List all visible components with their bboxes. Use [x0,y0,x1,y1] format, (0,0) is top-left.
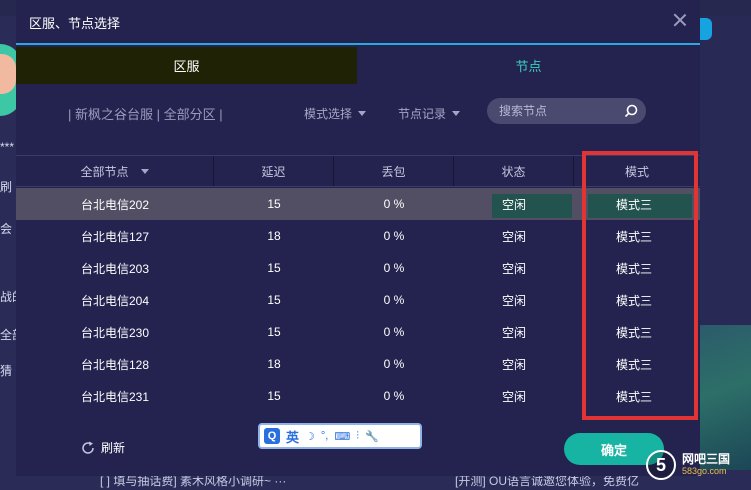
chevron-down-icon [358,111,367,116]
refresh-button[interactable]: 刷新 [80,439,125,456]
header-status: 状态 [454,156,574,186]
header-latency: 延迟 [214,156,334,186]
ime-logo-icon[interactable]: Q [264,428,280,444]
header-node[interactable]: 全部节点 [16,156,214,186]
cell-loss: 0 % [383,357,405,371]
background-left-text: 猜 [0,364,13,378]
cell-node: 台北电信230 [80,325,150,340]
cell-node: 台北电信231 [80,389,150,404]
dialog-title: 区服、节点选择 [29,16,121,31]
cell-status: 空闲 [501,325,526,340]
node-history-label: 节点记录 [398,107,447,121]
search-icon[interactable] [624,104,638,118]
cell-status: 空闲 [501,229,526,244]
background-left-text: *** [0,140,15,154]
node-history-dropdown[interactable]: 节点记录 [398,105,461,122]
background-left-text: 会 [0,222,13,236]
cell-loss: 0 % [383,293,405,307]
header-node-label: 全部节点 [80,164,129,179]
moon-icon[interactable]: ☽ [305,430,315,443]
cell-loss: 0 % [383,261,405,275]
close-icon[interactable] [672,12,688,28]
tab-server[interactable]: 区服 [16,47,357,84]
cell-latency: 15 [267,293,281,307]
watermark-name: 网吧三国 [682,452,731,466]
cell-latency: 15 [267,389,281,403]
cell-node: 台北电信203 [80,261,150,276]
cell-latency: 15 [267,325,281,339]
title-divider [16,43,700,45]
cell-latency: 18 [267,357,281,371]
background-left-text: 战的 [0,290,16,304]
cell-status: 空闲 [501,293,526,308]
cell-status: 空闲 [501,261,526,276]
watermark-url: 583go.com [682,466,727,476]
punctuation-icon[interactable]: °, [321,430,328,442]
background-left-text: 全部 [0,328,16,342]
mode-column-highlight [582,151,698,420]
background-side-tab[interactable] [700,18,712,40]
mode-select-label: 模式选择 [304,107,353,121]
cell-loss: 0 % [383,197,405,211]
cell-node: 台北电信202 [80,197,150,212]
cell-latency: 15 [267,261,281,275]
wrench-icon[interactable]: 🔧 [365,430,379,443]
chevron-down-icon [140,168,149,174]
cell-node: 台北电信127 [80,229,150,244]
cell-status: 空闲 [501,357,526,372]
cell-loss: 0 % [383,325,405,339]
refresh-icon [82,441,94,454]
watermark-logo: 5 [646,450,676,480]
ime-language-toggle[interactable]: 英 [286,427,299,446]
tab-node-label: 节点 [515,59,542,74]
search-input[interactable] [499,102,619,120]
cell-latency: 15 [267,197,281,211]
tab-server-label: 区服 [173,59,200,74]
search-box [487,98,646,124]
site-watermark: 5 网吧三国 583go.com [646,450,730,480]
mode-select-dropdown[interactable]: 模式选择 [304,105,367,122]
refresh-label: 刷新 [101,441,126,455]
chevron-down-icon [452,111,461,116]
breadcrumb: | 新枫之谷台服 | 全部分区 | [68,107,223,122]
cell-node: 台北电信128 [80,357,150,372]
header-loss: 丢包 [334,156,454,186]
cell-loss: 0 % [383,389,405,403]
cell-latency: 18 [267,229,281,243]
background-left-text: 刷 [0,180,13,194]
ime-toolbar: Q 英 ☽ °, ⌨ ⫶ 🔧 [258,423,422,449]
voice-icon[interactable]: ⫶ [356,430,359,443]
tab-node[interactable]: 节点 [357,47,700,84]
cell-status: 空闲 [501,197,526,212]
cell-loss: 0 % [383,229,405,243]
keyboard-icon[interactable]: ⌨ [334,430,350,443]
cell-node: 台北电信204 [80,293,150,308]
cell-status: 空闲 [501,389,526,404]
